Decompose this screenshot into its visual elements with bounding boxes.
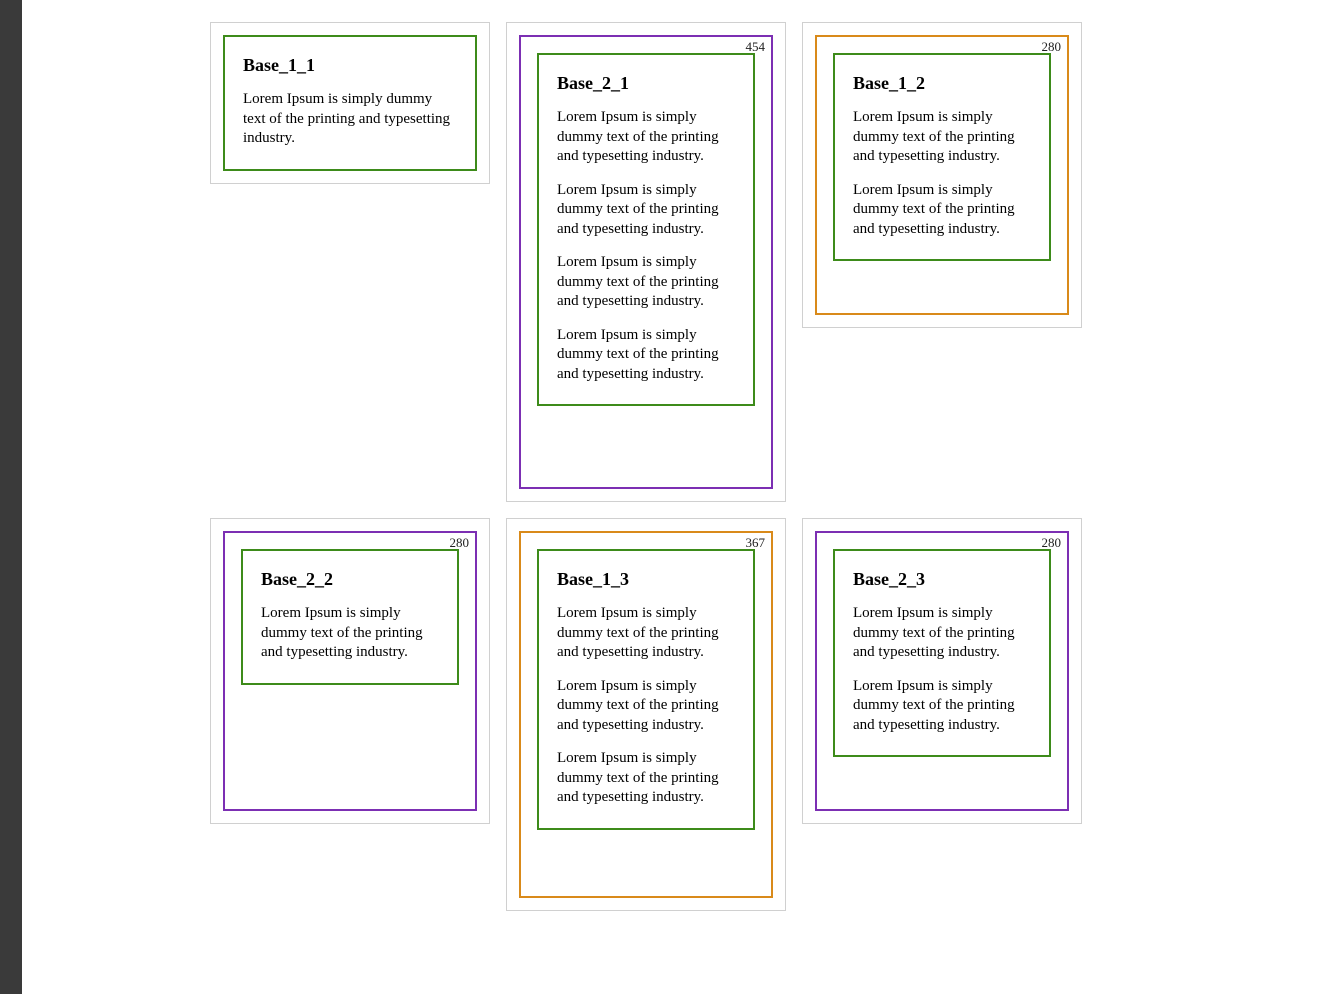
card-base-2-2: 280 Base_2_2 Lorem Ipsum is simply dummy… — [210, 518, 490, 824]
inner-box: Base_2_2 Lorem Ipsum is simply dummy tex… — [241, 549, 459, 685]
card-base-1-3: 367 Base_1_3 Lorem Ipsum is simply dummy… — [506, 518, 786, 911]
card-paragraph: Lorem Ipsum is simply dummy text of the … — [557, 181, 735, 240]
inner-box: Base_2_1 Lorem Ipsum is simply dummy tex… — [537, 53, 755, 406]
height-label: 454 — [746, 39, 766, 55]
inner-box: Base_1_1 Lorem Ipsum is simply dummy tex… — [223, 35, 477, 171]
card-paragraph: Lorem Ipsum is simply dummy text of the … — [261, 604, 439, 663]
card-paragraph: Lorem Ipsum is simply dummy text of the … — [557, 604, 735, 663]
height-label: 280 — [450, 535, 470, 551]
height-label: 367 — [746, 535, 766, 551]
inner-box: Base_1_3 Lorem Ipsum is simply dummy tex… — [537, 549, 755, 830]
card-paragraph: Lorem Ipsum is simply dummy text of the … — [853, 181, 1031, 240]
card-base-2-1: 454 Base_2_1 Lorem Ipsum is simply dummy… — [506, 22, 786, 502]
card-title: Base_1_1 — [243, 55, 457, 76]
left-gutter — [0, 0, 22, 994]
card-paragraph: Lorem Ipsum is simply dummy text of the … — [557, 677, 735, 736]
outer-box: 454 Base_2_1 Lorem Ipsum is simply dummy… — [519, 35, 773, 489]
height-label: 280 — [1042, 39, 1062, 55]
card-base-1-1: Base_1_1 Lorem Ipsum is simply dummy tex… — [210, 22, 490, 184]
outer-box: 280 Base_1_2 Lorem Ipsum is simply dummy… — [815, 35, 1069, 315]
outer-box: 280 Base_2_3 Lorem Ipsum is simply dummy… — [815, 531, 1069, 811]
height-label: 280 — [1042, 535, 1062, 551]
card-title: Base_1_2 — [853, 73, 1031, 94]
card-paragraph: Lorem Ipsum is simply dummy text of the … — [853, 677, 1031, 736]
card-base-1-2: 280 Base_1_2 Lorem Ipsum is simply dummy… — [802, 22, 1082, 328]
card-title: Base_2_1 — [557, 73, 735, 94]
card-title: Base_2_3 — [853, 569, 1031, 590]
inner-box: Base_1_2 Lorem Ipsum is simply dummy tex… — [833, 53, 1051, 261]
card-title: Base_2_2 — [261, 569, 439, 590]
outer-box: Base_1_1 Lorem Ipsum is simply dummy tex… — [223, 35, 477, 171]
card-paragraph: Lorem Ipsum is simply dummy text of the … — [557, 108, 735, 167]
card-paragraph: Lorem Ipsum is simply dummy text of the … — [557, 326, 735, 385]
card-grid: Base_1_1 Lorem Ipsum is simply dummy tex… — [22, 0, 1342, 933]
card-base-2-3: 280 Base_2_3 Lorem Ipsum is simply dummy… — [802, 518, 1082, 824]
card-paragraph: Lorem Ipsum is simply dummy text of the … — [853, 108, 1031, 167]
outer-box: 367 Base_1_3 Lorem Ipsum is simply dummy… — [519, 531, 773, 898]
card-paragraph: Lorem Ipsum is simply dummy text of the … — [243, 90, 457, 149]
card-title: Base_1_3 — [557, 569, 735, 590]
inner-box: Base_2_3 Lorem Ipsum is simply dummy tex… — [833, 549, 1051, 757]
card-paragraph: Lorem Ipsum is simply dummy text of the … — [557, 749, 735, 808]
outer-box: 280 Base_2_2 Lorem Ipsum is simply dummy… — [223, 531, 477, 811]
card-paragraph: Lorem Ipsum is simply dummy text of the … — [853, 604, 1031, 663]
card-paragraph: Lorem Ipsum is simply dummy text of the … — [557, 253, 735, 312]
